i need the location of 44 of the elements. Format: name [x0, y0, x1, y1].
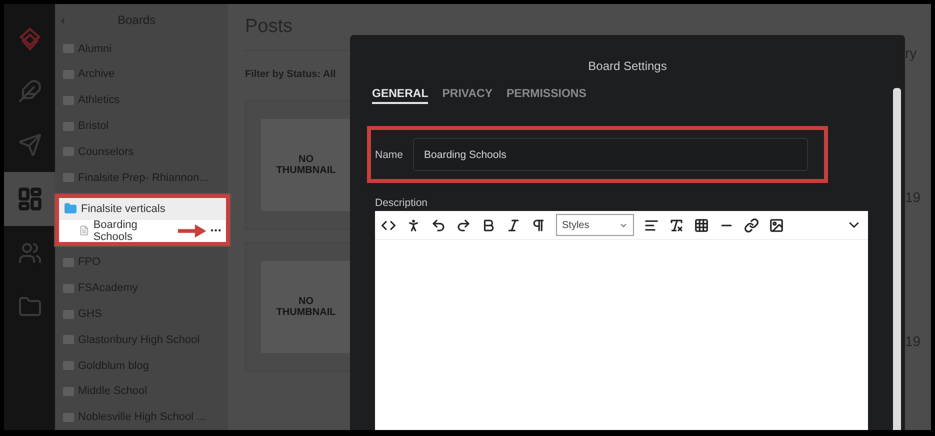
tab[interactable]: PERMISSIONS: [506, 88, 586, 104]
folder-icon: [63, 361, 74, 370]
folder-icon: [63, 258, 74, 267]
tab[interactable]: GENERAL: [372, 88, 428, 104]
logo-icon: [18, 27, 42, 51]
more-button[interactable]: •••: [210, 226, 222, 236]
folder-icon: [63, 386, 74, 396]
italic-icon[interactable]: [506, 218, 521, 232]
sidebar-item[interactable]: Finalsite verticals: [59, 198, 226, 220]
bold-icon[interactable]: [481, 218, 496, 232]
clear-format-icon[interactable]: [669, 218, 684, 232]
scrollbar[interactable]: [893, 88, 901, 430]
dialog-title: Board Settings: [587, 59, 668, 73]
description-editor[interactable]: Styles: [375, 211, 868, 430]
folder-icon: [63, 44, 74, 54]
folder-icon: [63, 173, 74, 182]
folder-icon: [63, 122, 74, 131]
folder-icon: [64, 202, 77, 216]
folder-icon: [63, 310, 74, 318]
folder-icon: [63, 70, 74, 79]
back-button[interactable]: ‹: [61, 12, 65, 27]
name-label: Name: [375, 148, 404, 160]
image-icon[interactable]: [769, 218, 784, 232]
folder-icon: [63, 284, 74, 293]
arrow-icon: [178, 224, 207, 238]
paragraph-icon[interactable]: [531, 218, 546, 232]
undo-icon[interactable]: [431, 218, 446, 232]
thumbnail-placeholder: NO THUMBNAIL: [261, 261, 351, 353]
folder-icon: [63, 96, 74, 105]
folder-icon: [63, 335, 74, 344]
link-icon[interactable]: [744, 218, 759, 232]
board-icon: [79, 225, 90, 236]
align-icon[interactable]: [644, 218, 659, 232]
folder-icon: [63, 412, 74, 422]
accessibility-icon[interactable]: [406, 218, 421, 232]
redo-icon[interactable]: [456, 218, 471, 232]
folder-icon: [63, 147, 74, 156]
styles-dropdown[interactable]: Styles: [556, 214, 634, 236]
table-icon[interactable]: [694, 218, 709, 232]
name-field[interactable]: Boarding Schools: [413, 138, 808, 171]
description-label: Description: [375, 197, 429, 209]
tab[interactable]: PRIVACY: [442, 88, 493, 104]
thumbnail-placeholder: NO THUMBNAIL: [261, 119, 351, 211]
subitem-label: Boarding Schools: [93, 218, 138, 243]
